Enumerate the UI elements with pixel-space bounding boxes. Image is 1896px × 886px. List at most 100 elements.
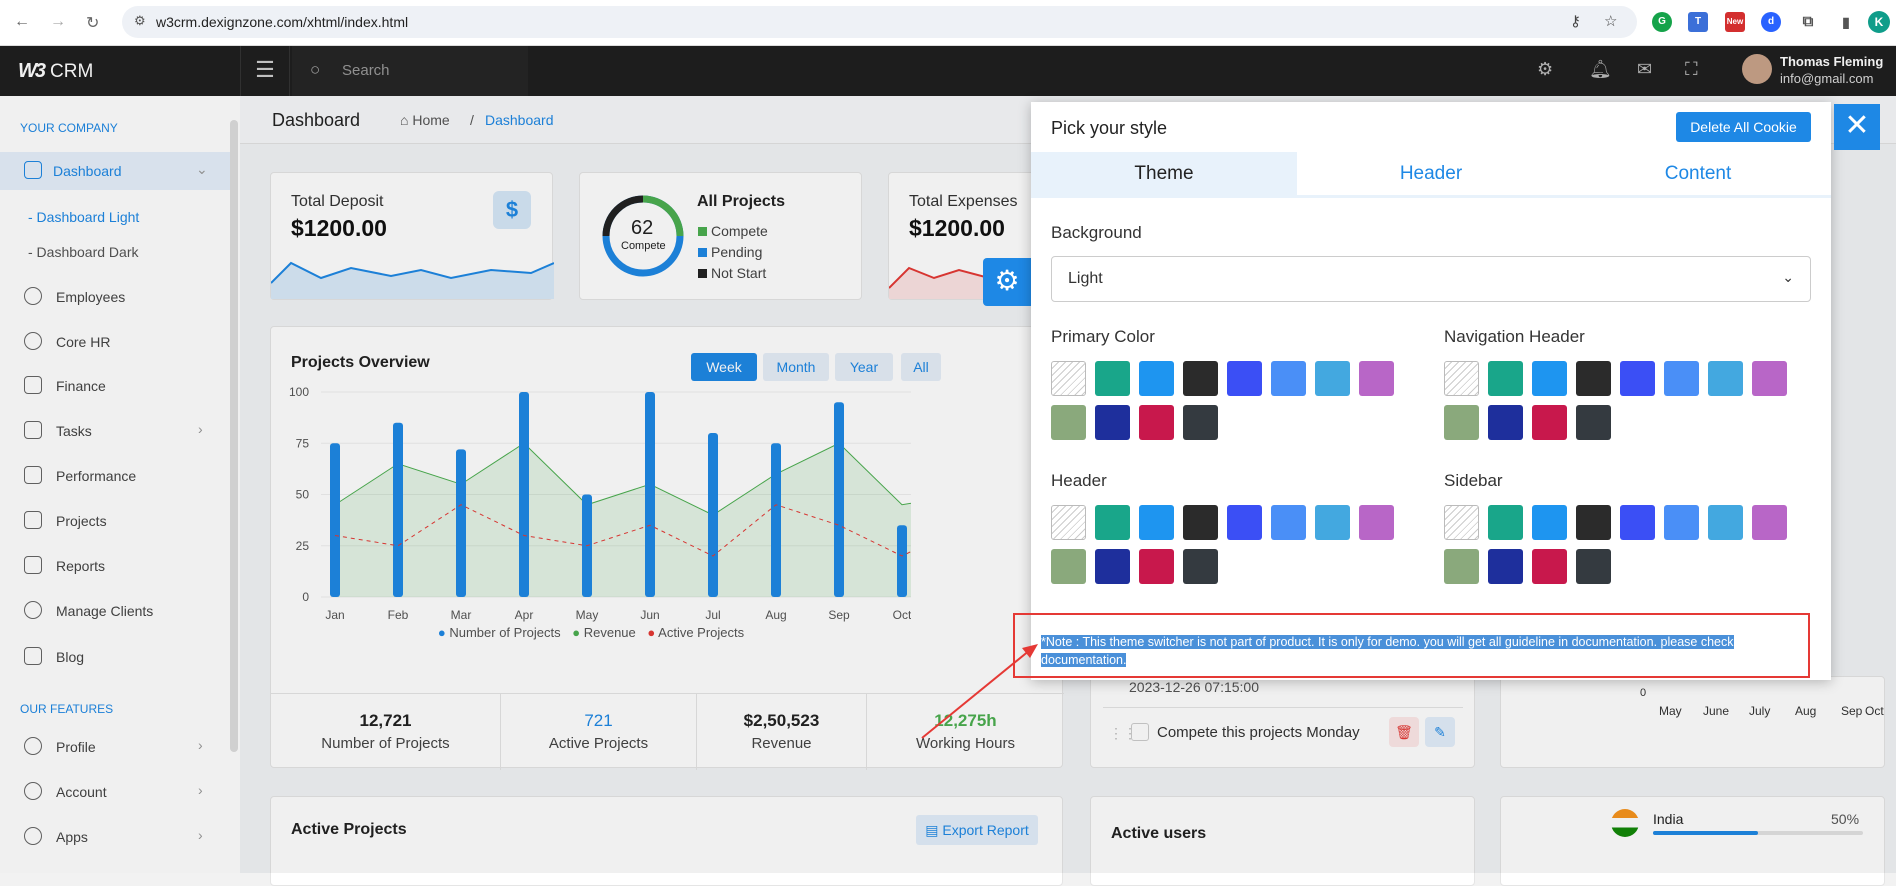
extension-d-icon[interactable]: d <box>1761 12 1781 32</box>
edit-icon[interactable]: ✎ <box>1425 717 1455 747</box>
legend-label: Pending <box>711 244 763 260</box>
search-input[interactable]: Search <box>342 62 390 79</box>
delete-all-cookie-button[interactable]: Delete All Cookie <box>1676 112 1811 142</box>
back-icon[interactable]: ← <box>14 13 30 31</box>
address-bar[interactable]: ⚙ w3crm.dexignzone.com/xhtml/index.html … <box>122 6 1637 38</box>
sidebar-item-performance[interactable]: Performance <box>22 461 222 491</box>
tab-header[interactable]: Header <box>1298 152 1564 196</box>
header-color-swatch[interactable] <box>1315 505 1350 540</box>
tab-strip-icon[interactable]: ▮ <box>1836 12 1856 32</box>
forward-icon[interactable]: → <box>50 13 66 31</box>
nav-header-color-swatch[interactable] <box>1752 361 1787 396</box>
nav-header-color-swatch[interactable] <box>1532 405 1567 440</box>
header-color-swatch[interactable] <box>1095 505 1130 540</box>
primary-color-swatch[interactable] <box>1183 405 1218 440</box>
nav-header-color-swatch[interactable] <box>1708 361 1743 396</box>
reload-icon[interactable]: ↻ <box>86 13 99 33</box>
search-box[interactable]: ○ Search <box>292 46 528 96</box>
tab-content[interactable]: Content <box>1565 152 1831 196</box>
primary-color-swatch[interactable] <box>1271 361 1306 396</box>
sidebar-color-swatch[interactable] <box>1444 549 1479 584</box>
sidebar-sub-dashboard-light[interactable]: - Dashboard Light <box>28 209 139 225</box>
header-color-swatch[interactable] <box>1051 505 1086 540</box>
menu-toggle-icon[interactable]: ☰ <box>240 46 290 96</box>
nav-header-color-swatch[interactable] <box>1532 361 1567 396</box>
sidebar-item-employees[interactable]: Employees <box>22 282 222 312</box>
sidebar-item-apps[interactable]: Apps › <box>22 822 222 852</box>
notification-bell-icon[interactable]: 🔔︎ <box>1589 59 1612 80</box>
header-color-swatch[interactable] <box>1139 505 1174 540</box>
translate-extension-icon[interactable]: T <box>1688 12 1708 32</box>
nav-header-color-swatch[interactable] <box>1444 361 1479 396</box>
nav-header-color-swatch[interactable] <box>1664 361 1699 396</box>
header-color-swatch[interactable] <box>1095 549 1130 584</box>
sidebar-item-dashboard[interactable]: Dashboard ⌄ <box>0 152 232 190</box>
sidebar-item-tasks[interactable]: Tasks › <box>22 416 222 446</box>
header-color-swatch[interactable] <box>1183 549 1218 584</box>
sidebar-color-swatch[interactable] <box>1752 505 1787 540</box>
crumb-home-link[interactable]: ⌂ Home <box>400 112 450 128</box>
header-color-swatch[interactable] <box>1227 505 1262 540</box>
sidebar-item-blog[interactable]: Blog <box>22 642 222 672</box>
nav-header-color-swatch[interactable] <box>1620 361 1655 396</box>
primary-color-swatch[interactable] <box>1139 405 1174 440</box>
header-color-swatch[interactable] <box>1139 549 1174 584</box>
sidebar-item-finance[interactable]: Finance <box>22 371 222 401</box>
header-color-swatch[interactable] <box>1359 505 1394 540</box>
background-select[interactable]: Light ⌄ <box>1051 256 1811 302</box>
grammarly-extension-icon[interactable]: G <box>1652 12 1672 32</box>
sidebar-item-manage-clients[interactable]: Manage Clients <box>22 596 222 626</box>
header-color-swatch[interactable] <box>1183 505 1218 540</box>
sidebar-color-swatch[interactable] <box>1488 505 1523 540</box>
primary-color-swatch[interactable] <box>1315 361 1350 396</box>
tab-theme[interactable]: Theme <box>1031 152 1297 196</box>
primary-color-swatch[interactable] <box>1095 405 1130 440</box>
sidebar-color-swatch[interactable] <box>1576 505 1611 540</box>
header-color-swatch[interactable] <box>1271 505 1306 540</box>
nav-header-color-swatch[interactable] <box>1488 361 1523 396</box>
todo-checkbox[interactable] <box>1131 723 1149 741</box>
sidebar-color-swatch[interactable] <box>1532 505 1567 540</box>
sidebar-item-profile[interactable]: Profile › <box>22 732 222 762</box>
new-extension-icon[interactable]: New <box>1725 12 1745 32</box>
sidebar-color-swatch[interactable] <box>1664 505 1699 540</box>
sidebar-item-account[interactable]: Account › <box>22 777 222 807</box>
primary-color-swatch[interactable] <box>1227 361 1262 396</box>
bookmark-star-icon[interactable]: ☆ <box>1604 12 1617 30</box>
primary-color-swatch[interactable] <box>1139 361 1174 396</box>
extensions-puzzle-icon[interactable]: ⧉ <box>1798 12 1818 32</box>
user-menu[interactable]: Thomas Fleming info@gmail.com <box>1742 52 1892 90</box>
sidebar-item-projects[interactable]: Projects <box>22 506 222 536</box>
nav-header-color-swatch[interactable] <box>1576 361 1611 396</box>
primary-color-swatch[interactable] <box>1183 361 1218 396</box>
sidebar-color-swatch[interactable] <box>1444 505 1479 540</box>
inbox-icon[interactable]: ✉ <box>1637 59 1652 80</box>
delete-icon[interactable]: 🗑︎ <box>1389 717 1419 747</box>
sidebar-item-core-hr[interactable]: Core HR <box>22 327 222 357</box>
sidebar-color-swatch[interactable] <box>1532 549 1567 584</box>
sidebar-color-swatch[interactable] <box>1576 549 1611 584</box>
sidebar-color-swatch[interactable] <box>1708 505 1743 540</box>
close-panel-icon[interactable]: ✕ <box>1834 104 1880 150</box>
sidebar-color-swatch[interactable] <box>1488 549 1523 584</box>
nav-header-color-swatch[interactable] <box>1444 405 1479 440</box>
primary-color-swatch[interactable] <box>1051 361 1086 396</box>
nav-header-color-swatch[interactable] <box>1488 405 1523 440</box>
site-info-icon[interactable]: ⚙ <box>134 13 146 29</box>
password-key-icon[interactable]: ⚷ <box>1570 12 1581 30</box>
style-switcher-gear-icon[interactable]: ⚙ <box>983 258 1031 306</box>
primary-color-swatch[interactable] <box>1051 405 1086 440</box>
settings-gear-icon[interactable]: ⚙ <box>1537 59 1553 80</box>
nav-header-color-swatch[interactable] <box>1576 405 1611 440</box>
header-color-swatch[interactable] <box>1051 549 1086 584</box>
export-report-button[interactable]: ▤ Export Report <box>916 815 1038 845</box>
sidebar-scrollbar[interactable] <box>230 120 238 752</box>
primary-color-swatch[interactable] <box>1095 361 1130 396</box>
app-logo[interactable]: W3 CRM <box>18 60 93 83</box>
fullscreen-icon[interactable]: ⛶ <box>1685 59 1698 80</box>
sidebar-sub-dashboard-dark[interactable]: - Dashboard Dark <box>28 244 139 260</box>
profile-avatar[interactable]: K <box>1868 11 1890 33</box>
sidebar-color-swatch[interactable] <box>1620 505 1655 540</box>
sidebar-item-reports[interactable]: Reports <box>22 551 222 581</box>
primary-color-swatch[interactable] <box>1359 361 1394 396</box>
